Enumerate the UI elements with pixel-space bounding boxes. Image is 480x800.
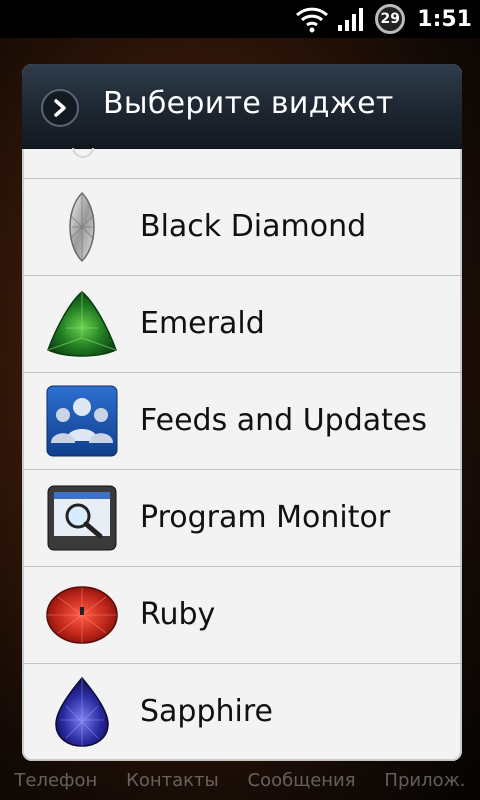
emerald-icon xyxy=(47,291,117,357)
status-icons: 29 1:51 xyxy=(295,0,472,38)
home-dock: Телефон Контакты Сообщения Прилож. xyxy=(0,760,480,800)
list-item-program-monitor[interactable]: Program Monitor xyxy=(22,470,462,567)
feeds-icon xyxy=(46,385,118,457)
list-item-label: Emerald xyxy=(140,306,265,341)
clock: 1:51 xyxy=(417,6,472,32)
wifi-icon xyxy=(296,7,329,33)
list-item-label: Ruby xyxy=(140,597,216,632)
list-item-sapphire[interactable]: Sapphire xyxy=(22,664,462,761)
signal-icon xyxy=(338,8,364,31)
list-item-partial[interactable] xyxy=(22,148,462,179)
expand-button[interactable] xyxy=(41,89,79,127)
list-item-label: Black Diamond xyxy=(140,209,367,244)
list-item-emerald[interactable]: Emerald xyxy=(22,276,462,373)
list-item-label: Program Monitor xyxy=(140,500,391,535)
list-item-label: Sapphire xyxy=(140,694,273,729)
dock-item-contacts[interactable]: Контакты xyxy=(126,770,219,791)
chevron-right-icon xyxy=(54,99,66,117)
dock-item-messages[interactable]: Сообщения xyxy=(248,770,356,791)
sapphire-icon xyxy=(55,676,109,747)
list-item-black-diamond[interactable]: Black Diamond xyxy=(22,179,462,276)
widget-list[interactable]: Black Diamond Emerald Feeds and Updates … xyxy=(22,148,462,761)
list-item-label: Feeds and Updates xyxy=(140,403,427,438)
list-item-feeds-and-updates[interactable]: Feeds and Updates xyxy=(22,373,462,470)
dialog-title: Выберите виджет xyxy=(103,86,394,121)
battery-level: 29 xyxy=(380,11,400,27)
status-bar: 29 1:51 xyxy=(0,0,480,38)
battery-indicator: 29 xyxy=(375,4,406,34)
ruby-icon xyxy=(46,586,118,644)
program-monitor-icon xyxy=(47,485,117,551)
black-diamond-icon xyxy=(69,191,95,263)
dialog-header: Выберите виджет xyxy=(22,64,462,149)
dock-item-apps[interactable]: Прилож. xyxy=(384,770,465,791)
dock-item-phone[interactable]: Телефон xyxy=(14,770,97,791)
partial-icon xyxy=(72,148,94,158)
widget-picker-dialog: Выберите виджет Black Diamond Emerald Fe… xyxy=(22,64,462,761)
list-item-ruby[interactable]: Ruby xyxy=(22,567,462,664)
